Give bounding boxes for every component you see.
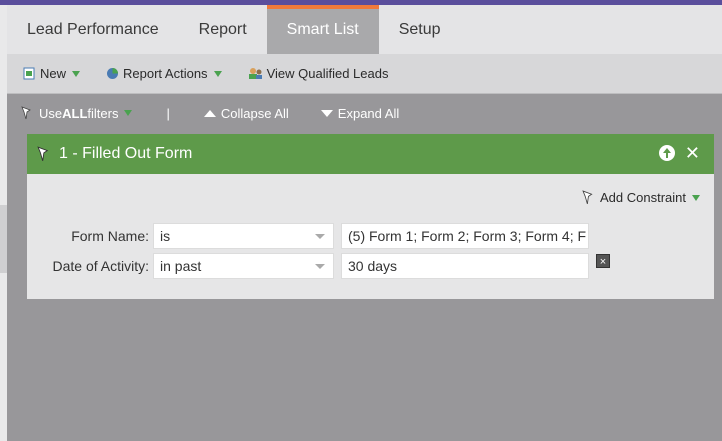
delete-constraint-icon[interactable]: × <box>596 254 610 268</box>
use-prefix: Use <box>39 105 63 121</box>
chevron-down-icon <box>213 70 222 77</box>
collapse-all-button[interactable]: Collapse All <box>203 105 289 121</box>
tab-smart-list[interactable]: Smart List <box>266 5 379 54</box>
use-all-keyword: ALL <box>62 105 88 121</box>
report-actions-button[interactable]: Report Actions <box>106 66 222 81</box>
toolbar: New Report Actions View Qualified Leads <box>7 54 722 94</box>
report-actions-label: Report Actions <box>123 66 208 81</box>
new-button[interactable]: New <box>23 66 81 81</box>
chevron-down-icon <box>72 70 81 77</box>
funnel-icon <box>582 190 593 205</box>
left-panel-handle[interactable] <box>0 205 7 273</box>
view-qualified-leads-button[interactable]: View Qualified Leads <box>248 66 389 81</box>
tab-bar: Lead Performance Report Smart List Setup <box>7 5 722 54</box>
funnel-icon <box>21 106 31 120</box>
expand-icon <box>320 109 333 117</box>
use-all-filters-dropdown[interactable]: Use ALL filters <box>21 105 133 121</box>
left-panel-edge <box>0 5 7 441</box>
collapse-all-label: Collapse All <box>220 105 289 121</box>
chevron-down-icon <box>692 194 700 201</box>
filter-card: 1 - Filled Out Form ✕ Add Constraint For… <box>27 134 714 299</box>
new-button-label: New <box>40 66 67 81</box>
filter-title: 1 - Filled Out Form <box>59 145 193 162</box>
form-name-label: Form Name: <box>71 228 149 244</box>
constraint-row-date-of-activity: Date of Activity: in past 30 days × <box>27 253 610 279</box>
form-name-operator-select[interactable]: is <box>153 223 334 249</box>
new-document-icon <box>23 67 35 80</box>
filter-header-actions: ✕ <box>658 144 700 162</box>
tab-report[interactable]: Report <box>179 5 267 54</box>
close-icon[interactable]: ✕ <box>685 144 700 162</box>
collapse-icon <box>203 109 216 117</box>
date-of-activity-value-field[interactable]: 30 days <box>341 253 589 279</box>
use-suffix: filters <box>87 105 119 121</box>
people-icon <box>248 68 262 79</box>
form-name-value-field[interactable]: (5) Form 1; Form 2; Form 3; Form 4; F <box>341 223 589 249</box>
view-qualified-leads-label: View Qualified Leads <box>266 66 389 81</box>
filter-card-header[interactable]: 1 - Filled Out Form ✕ <box>27 134 714 174</box>
separator: | <box>166 105 170 121</box>
expand-all-label: Expand All <box>337 105 400 121</box>
report-icon <box>107 68 119 79</box>
funnel-icon <box>37 146 49 161</box>
date-of-activity-label: Date of Activity: <box>52 258 149 274</box>
move-up-icon[interactable] <box>658 145 675 161</box>
chevron-down-icon <box>124 110 133 116</box>
add-constraint-label: Add Constraint <box>600 190 686 205</box>
expand-all-button[interactable]: Expand All <box>320 105 400 121</box>
tab-setup[interactable]: Setup <box>379 5 461 54</box>
constraint-row-form-name: Form Name: is (5) Form 1; Form 2; Form 3… <box>27 223 589 249</box>
date-of-activity-operator-select[interactable]: in past <box>153 253 334 279</box>
filter-options-bar: Use ALL filters | Collapse All Expand Al… <box>7 95 722 131</box>
add-constraint-button[interactable]: Add Constraint <box>582 190 700 205</box>
tab-lead-performance[interactable]: Lead Performance <box>7 5 179 54</box>
